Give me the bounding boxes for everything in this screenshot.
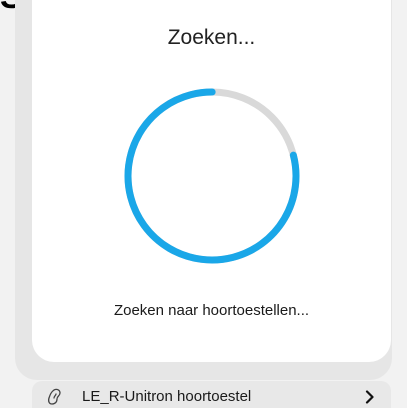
hearing-aid-icon [47, 388, 61, 405]
search-screen: Stap Zoeken... Zoeken naar hoortoestelle… [0, 0, 407, 408]
device-list-item[interactable]: LE_R-Unitron hoortoestel [32, 381, 391, 408]
search-status-text: Zoeken naar hoortoestellen... [113, 302, 310, 319]
device-name: LE_R-Unitron hoortoestel [82, 388, 252, 405]
chevron-right-icon [365, 390, 374, 404]
search-status-title: Zoeken... [167, 26, 256, 49]
progress-ring [124, 88, 300, 264]
progress-ring-fill [124, 88, 300, 264]
